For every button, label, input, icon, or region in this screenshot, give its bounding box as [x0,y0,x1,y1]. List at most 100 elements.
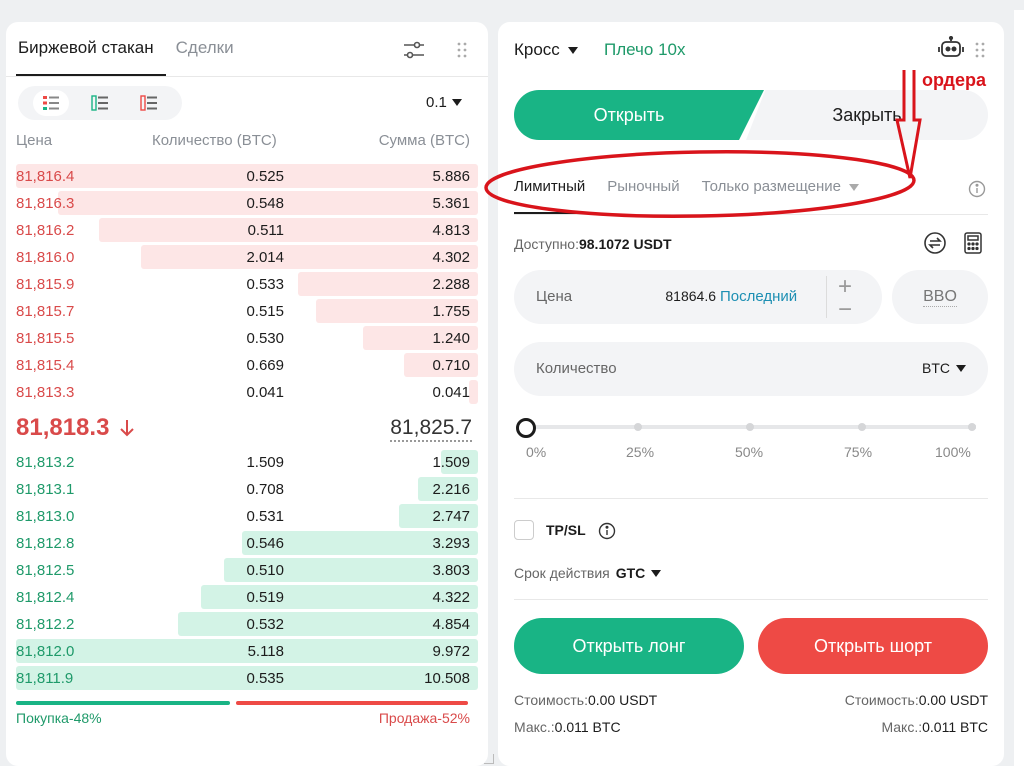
ask-sum: 4.302 [432,249,470,266]
margin-mode-value: Кросс [514,40,560,59]
bid-row[interactable]: 81,812.4 0.519 4.322 [6,584,488,611]
view-asks-icon[interactable] [131,90,167,116]
bid-sum: 4.854 [432,616,470,633]
bid-row[interactable]: 81,811.9 0.535 10.508 [6,665,488,692]
quantity-unit-value: BTC [922,360,950,376]
tif-value: GTC [615,565,646,581]
price-last-button[interactable]: Последний [720,288,797,305]
slider-tick[interactable] [634,423,642,431]
swap-icon[interactable] [924,232,946,254]
ask-price: 81,815.5 [16,330,75,347]
buy-ratio: Покупка-48% [16,710,102,726]
ask-price: 81,816.4 [16,168,75,185]
info-icon[interactable] [598,522,616,540]
bid-row[interactable]: 81,813.0 0.531 2.747 [6,503,488,530]
precision-select[interactable]: 0.1 [426,94,462,111]
ask-sum: 1.755 [432,303,470,320]
quantity-unit-select[interactable]: BTC [922,360,966,376]
robot-icon[interactable] [938,35,964,60]
mark-price[interactable]: 81,825.7 [390,416,472,442]
bbo-button[interactable]: BBO [892,270,988,324]
order-type-limit[interactable]: Лимитный [514,178,585,195]
ask-row[interactable]: 81,815.7 0.515 1.755 [6,298,488,325]
bid-row[interactable]: 81,813.2 1.509 1.509 [6,449,488,476]
order-type-market[interactable]: Рыночный [607,178,679,195]
bid-price: 81,812.2 [16,616,75,633]
quantity-input[interactable]: Количество BTC [514,342,988,396]
slider-tick[interactable] [746,423,754,431]
ask-row[interactable]: 81,815.5 0.530 1.240 [6,325,488,352]
chevron-down-icon [567,46,578,54]
max-label: Макс.: [514,719,555,735]
last-price[interactable]: 81,818.3 [16,414,135,442]
ask-row[interactable]: 81,816.2 0.511 4.813 [6,217,488,244]
ask-row[interactable]: 81,816.3 0.548 5.361 [6,190,488,217]
ask-price: 81,813.3 [16,384,75,401]
bid-row[interactable]: 81,812.8 0.546 3.293 [6,530,488,557]
slider-tick[interactable] [968,423,976,431]
ask-row[interactable]: 81,813.3 0.041 0.041 [6,379,488,406]
view-bids-icon[interactable] [82,90,118,116]
quantity-slider-handle[interactable] [516,418,536,438]
ask-row[interactable]: 81,816.0 2.014 4.302 [6,244,488,271]
slider-tick[interactable] [858,423,866,431]
ask-sum: 1.240 [432,330,470,347]
last-price-value: 81,818.3 [16,414,110,441]
ask-depth-bar [468,380,478,404]
bid-row[interactable]: 81,812.2 0.532 4.854 [6,611,488,638]
calculator-icon[interactable] [962,232,984,254]
open-position-tab[interactable]: Открыть [514,90,764,140]
bid-row[interactable]: 81,812.5 0.510 3.803 [6,557,488,584]
view-both-icon[interactable] [32,90,69,116]
resize-corner[interactable] [484,754,494,764]
margin-mode-select[interactable]: Кросс [514,40,578,60]
buy-ratio-label: Покупка- [16,710,74,726]
ask-row[interactable]: 81,815.4 0.669 0.710 [6,352,488,379]
chevron-down-icon [651,569,662,577]
bbo-label: BBO [923,287,957,307]
chevron-down-icon [956,364,966,372]
ask-price: 81,816.0 [16,249,75,266]
drag-dots-icon[interactable] [456,40,468,60]
ask-qty: 0.041 [246,384,284,401]
tpsl-checkbox[interactable] [514,520,534,540]
close-position-tab[interactable]: Закрыть [746,90,988,140]
ask-row[interactable]: 81,815.9 0.533 2.288 [6,271,488,298]
ask-sum: 5.886 [432,168,470,185]
ask-price: 81,816.2 [16,222,75,239]
bid-qty: 0.708 [246,481,284,498]
header-divider [6,76,488,77]
time-in-force-select[interactable]: Срок действия GTC [514,565,662,581]
bid-price: 81,812.8 [16,535,75,552]
price-value[interactable]: 81864.6 [665,288,716,304]
ask-price: 81,815.7 [16,303,75,320]
slider-label-50: 50% [735,444,764,460]
bid-qty: 0.546 [246,535,284,552]
available-balance: Доступно:98.1072 USDT [514,236,672,252]
tab-trades[interactable]: Сделки [176,38,234,58]
col-header-sum: Сумма (BTC) [378,132,470,149]
tab-orderbook[interactable]: Биржевой стакан [18,38,154,58]
close-tab-label: Закрыть [832,104,902,125]
order-type-post-only[interactable]: Только размещение [702,178,859,195]
bid-price: 81,813.0 [16,508,75,525]
open-short-button[interactable]: Открыть шорт [758,618,988,674]
slider-label-75: 75% [844,444,873,460]
settings-sliders-icon[interactable] [402,38,426,62]
drag-dots-icon[interactable] [974,40,986,60]
ask-qty: 0.548 [246,195,284,212]
open-long-button[interactable]: Открыть лонг [514,618,744,674]
bid-qty: 5.118 [247,643,284,660]
leverage-button[interactable]: Плечо 10x [604,40,685,60]
ask-sum: 4.813 [432,222,470,239]
trade-panel: Кросс Плечо 10x Закрыть Открыть Лимитный… [498,22,1004,766]
bid-row[interactable]: 81,813.1 0.708 2.216 [6,476,488,503]
info-icon[interactable] [968,180,986,198]
max-long-value: 0.011 BTC [554,719,621,735]
minus-icon[interactable]: − [838,296,852,324]
slider-label-100: 100% [935,444,971,460]
bid-qty: 0.519 [246,589,284,606]
ask-row[interactable]: 81,816.4 0.525 5.886 [6,163,488,190]
price-input[interactable]: Цена 81864.6 Последний + − [514,270,882,324]
bid-row[interactable]: 81,812.0 5.118 9.972 [6,638,488,665]
